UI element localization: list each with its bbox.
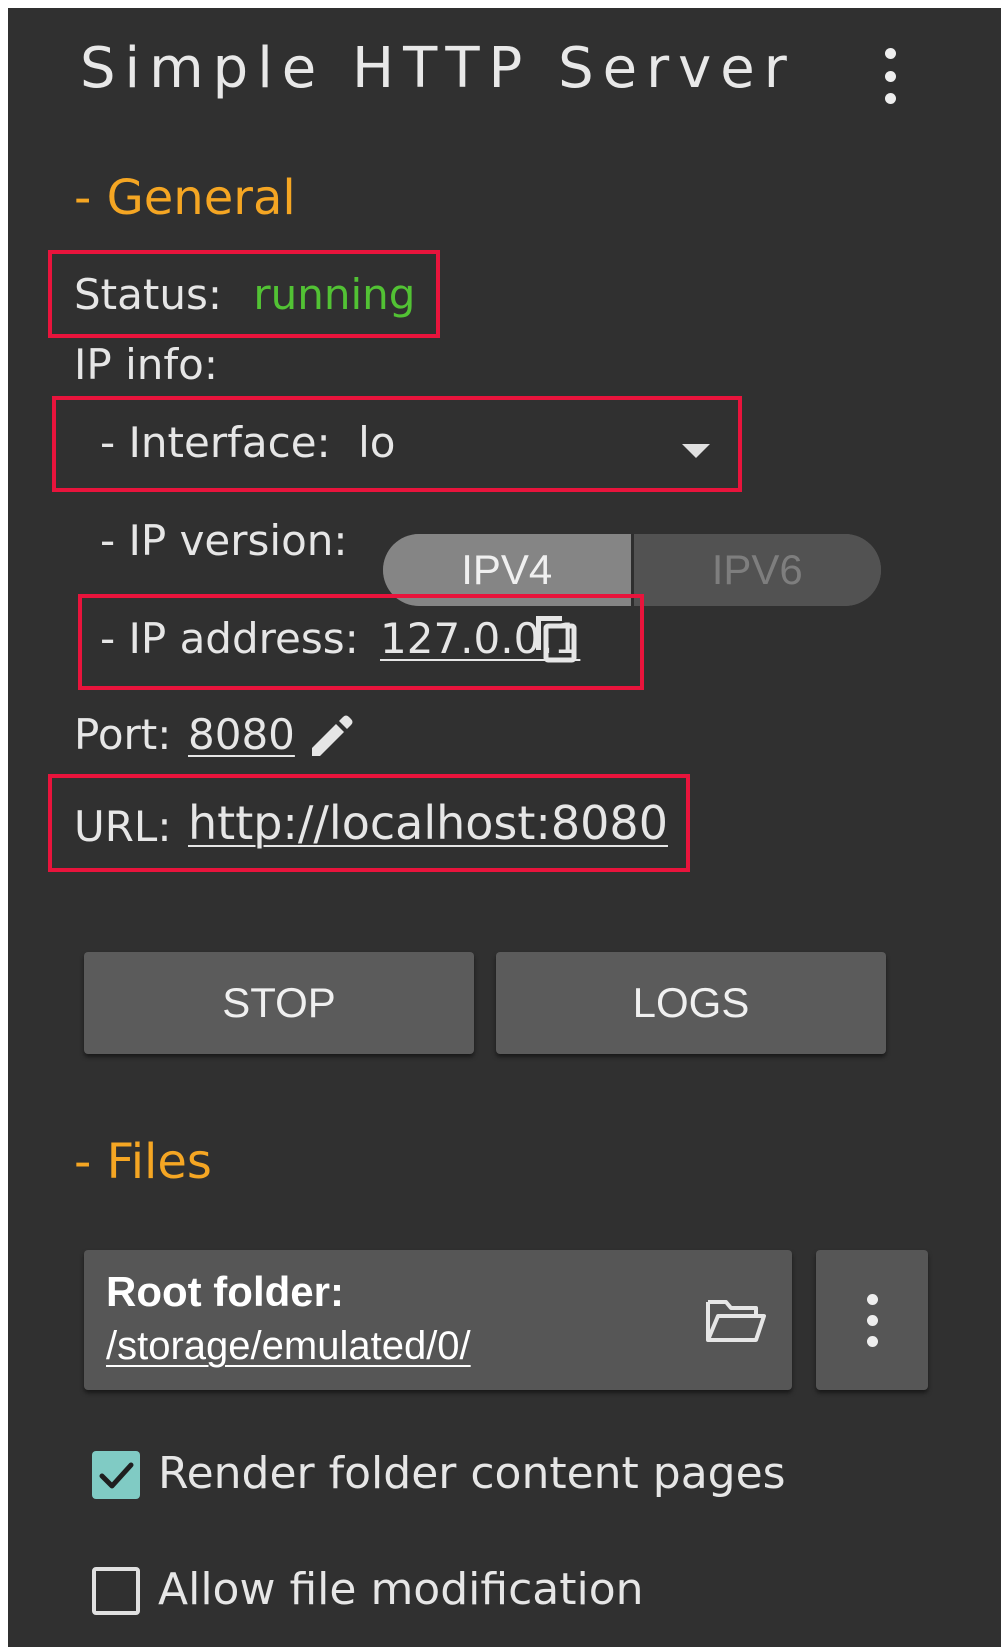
url-link[interactable]: http://localhost:8080 (188, 796, 668, 850)
check-icon (99, 1462, 134, 1489)
ip-info-label: IP info: (74, 340, 218, 389)
status-label: Status: (74, 270, 222, 319)
stop-button[interactable]: STOP (84, 952, 474, 1054)
interface-label: - Interface: (100, 418, 331, 467)
interface-row: - Interface: lo (100, 418, 395, 467)
render-pages-label: Render folder content pages (158, 1448, 786, 1499)
root-folder-label: Root folder: (106, 1268, 344, 1315)
dropdown-arrow-icon[interactable] (682, 444, 710, 458)
ip-version-label: - IP version: (100, 516, 348, 565)
allow-modification-label: Allow file modification (158, 1564, 644, 1615)
status-value: running (253, 270, 416, 319)
interface-value: lo (358, 418, 396, 467)
ipv6-option[interactable]: IPV6 (633, 534, 881, 606)
root-folder-card[interactable]: Root folder: /storage/emulated/0/ (84, 1250, 792, 1390)
port-value[interactable]: 8080 (188, 710, 295, 759)
app-title: Simple HTTP Server (80, 36, 796, 101)
port-label: Port: (74, 710, 172, 759)
render-pages-checkbox[interactable] (92, 1451, 140, 1499)
status-row: Status: running (74, 270, 415, 319)
ip-address-label: - IP address: (100, 614, 359, 663)
general-section-title: - General (74, 170, 296, 226)
url-label: URL: (74, 802, 172, 851)
copy-icon[interactable] (532, 612, 578, 664)
allow-modification-checkbox[interactable] (92, 1567, 140, 1615)
root-folder-path[interactable]: /storage/emulated/0/ (106, 1324, 471, 1369)
logs-button[interactable]: LOGS (496, 952, 886, 1054)
pencil-icon[interactable] (308, 714, 354, 760)
files-section-title: - Files (74, 1134, 212, 1190)
folder-open-icon[interactable] (704, 1296, 766, 1346)
more-vert-icon[interactable] (878, 48, 902, 104)
more-vert-icon (866, 1293, 878, 1305)
app-screen: Simple HTTP Server - General Status: run… (8, 8, 1001, 1647)
root-folder-menu-button[interactable] (816, 1250, 928, 1390)
